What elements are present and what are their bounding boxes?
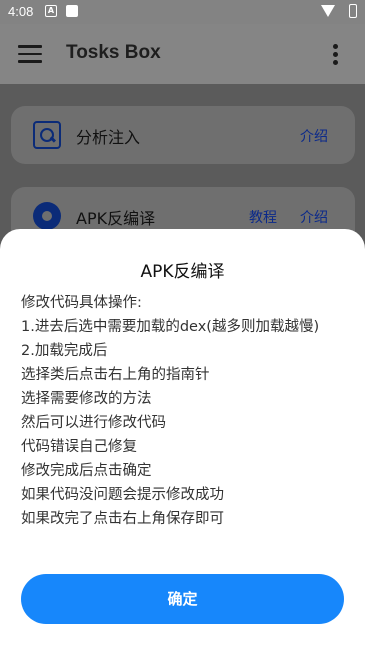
dialog-line: 如果代码没问题会提示修改成功 (21, 487, 224, 503)
dialog-line: 如果改完了点击右上角保存即可 (21, 511, 224, 527)
dialog-title: APK反编译 (140, 262, 225, 282)
notification-a-icon: A (45, 5, 57, 17)
bottom-sheet-dialog: APK反编译 修改代码具体操作: 1.进去后选中需要加载的dex(越多则加载越慢… (0, 229, 365, 650)
wifi-icon (321, 5, 335, 17)
status-bar: 4:08 A (0, 0, 365, 24)
card-label: APK反编译 (76, 209, 156, 228)
notification-square-icon (66, 5, 78, 17)
dialog-line: 1.进去后选中需要加载的dex(越多则加载越慢) (21, 319, 320, 335)
intro-link[interactable]: 介绍 (300, 207, 328, 227)
app-title: Tosks Box (66, 42, 161, 63)
dialog-line: 选择需要修改的方法 (21, 391, 152, 407)
dialog-line: 2.加载完成后 (21, 343, 108, 359)
scan-search-icon (33, 121, 61, 149)
status-time: 4:08 (8, 4, 34, 19)
dialog-line: 选择类后点击右上角的指南针 (21, 367, 210, 383)
card-analyze-inject[interactable]: 分析注入 介绍 (11, 106, 355, 164)
dialog-line: 然后可以进行修改代码 (21, 415, 166, 431)
menu-icon[interactable] (18, 45, 42, 63)
confirm-button[interactable]: 确定 (21, 574, 344, 624)
dialog-line: 修改完成后点击确定 (21, 463, 152, 479)
app-bar: Tosks Box (0, 24, 365, 84)
dialog-body: 修改代码具体操作: 1.进去后选中需要加载的dex(越多则加载越慢) 2.加载完… (21, 291, 339, 531)
intro-link[interactable]: 介绍 (300, 126, 328, 146)
battery-icon (349, 4, 357, 18)
card-label: 分析注入 (76, 128, 141, 147)
dialog-line: 修改代码具体操作: (21, 295, 142, 311)
more-vert-icon[interactable] (333, 44, 339, 66)
tutorial-link[interactable]: 教程 (249, 207, 277, 227)
dialog-line: 代码错误自己修复 (21, 439, 137, 455)
gear-icon (33, 202, 61, 230)
